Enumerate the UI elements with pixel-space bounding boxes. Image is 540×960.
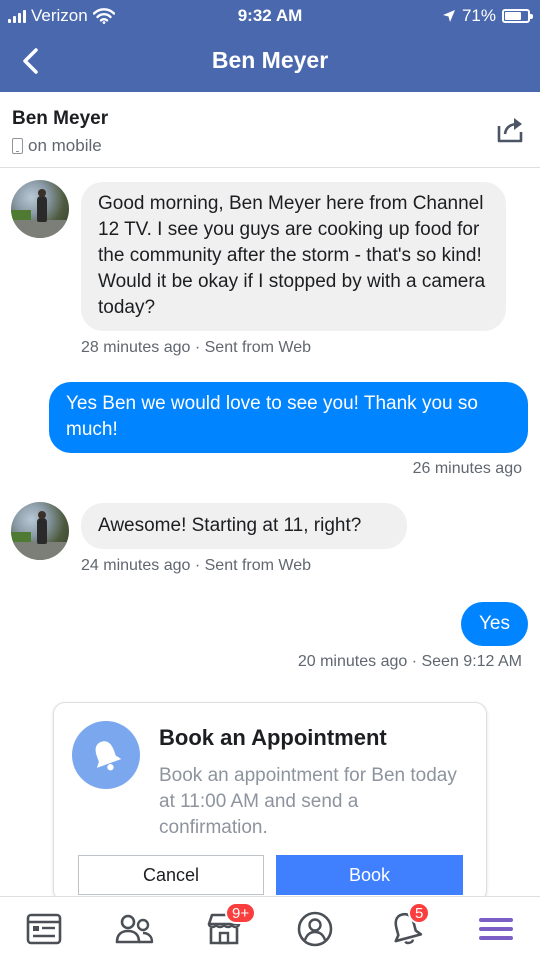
message-meta: 20 minutes ago · Seen 9:12 AM: [297, 653, 522, 670]
share-icon[interactable]: [496, 114, 526, 144]
avatar[interactable]: [11, 502, 69, 560]
message-meta: 28 minutes ago · Sent from Web: [81, 339, 312, 356]
battery-fill: [505, 12, 521, 20]
profile-icon: [297, 911, 333, 947]
nav-bar: Ben Meyer: [0, 30, 540, 92]
battery-icon: [502, 9, 533, 23]
appointment-description: Book an appointment for Ben today at 11:…: [159, 765, 457, 838]
news-feed-icon: [26, 913, 62, 945]
cancel-button[interactable]: Cancel: [78, 855, 264, 895]
tab-menu[interactable]: [474, 907, 518, 951]
menu-icon: [479, 918, 513, 940]
contact-name[interactable]: Ben Meyer: [12, 108, 108, 130]
message-bubble-outgoing[interactable]: Yes Ben we would love to see you! Thank …: [49, 382, 528, 453]
presence-label: on mobile: [28, 136, 102, 155]
avatar[interactable]: [11, 180, 69, 238]
book-button[interactable]: Book: [276, 855, 463, 895]
tab-marketplace[interactable]: 9+: [202, 902, 257, 951]
message-meta: 24 minutes ago · Sent from Web: [81, 557, 312, 574]
appointment-card: Book an Appointment Book an appointment …: [53, 702, 487, 902]
message-bubble-incoming[interactable]: Good morning, Ben Meyer here from Channe…: [81, 182, 506, 331]
tab-friends[interactable]: [112, 907, 156, 951]
bell-icon: [95, 741, 122, 771]
message-meta: 26 minutes ago: [412, 460, 522, 477]
message-bubble-outgoing[interactable]: Yes: [461, 602, 528, 646]
tab-news-feed[interactable]: [22, 907, 66, 951]
tab-notifications[interactable]: 5: [384, 902, 431, 951]
bottom-tab-bar: 9+ 5: [0, 896, 540, 960]
tab-profile[interactable]: [293, 907, 337, 951]
status-right: 71%: [442, 6, 533, 26]
appointment-title: Book an Appointment: [159, 725, 387, 750]
message-bubble-incoming[interactable]: Awesome! Starting at 11, right?: [81, 503, 407, 549]
friends-icon: [115, 914, 154, 944]
conversation-title: Ben Meyer: [211, 47, 329, 73]
location-arrow-icon: [442, 10, 455, 22]
conversation-header: Ben Meyer on mobile: [0, 92, 540, 168]
status-bar: Verizon 9:32 AM 71%: [0, 0, 540, 30]
battery-percent: 71%: [461, 6, 496, 25]
mobile-phone-icon: [12, 138, 23, 154]
presence-status: on mobile: [12, 136, 102, 156]
bell-badge: [72, 721, 140, 789]
marketplace-badge: 9+: [225, 902, 257, 924]
